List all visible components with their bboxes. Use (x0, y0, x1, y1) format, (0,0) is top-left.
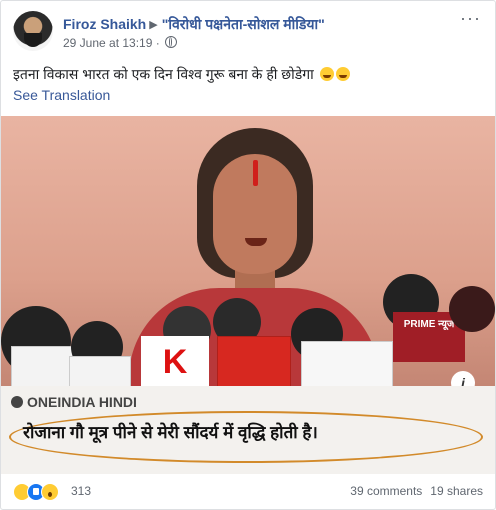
microphone (449, 286, 495, 332)
post-meta: 29 June at 13:19 · (63, 36, 178, 50)
author-avatar[interactable] (13, 11, 53, 51)
post-footer: 313 39 comments 19 shares (13, 481, 483, 503)
wow-reaction-icon (41, 483, 59, 501)
mic-label-k: K (141, 336, 209, 388)
post-image[interactable]: K PRIME न्यूज i ONEINDIA HINDI रोजाना गौ… (1, 116, 495, 474)
news-source: ONEINDIA HINDI (11, 394, 137, 410)
reactions-summary[interactable] (13, 483, 59, 501)
post-header: Firoz Shaikh ▶ "विरोधी पक्षनेता-सोशल मीडिय… (13, 9, 483, 55)
shares-count-link[interactable]: 19 shares (430, 484, 483, 498)
microphone-box (217, 336, 291, 390)
more-options-icon[interactable]: ··· (460, 9, 481, 27)
oneindia-logo-icon (11, 396, 23, 408)
news-source-label: ONEINDIA HINDI (27, 394, 137, 410)
facebook-post: Firoz Shaikh ▶ "विरोधी पक्षनेता-सोशल मीडिय… (0, 0, 496, 510)
grinning-emoji-icon (319, 67, 334, 81)
grinning-emoji-icon (335, 67, 350, 81)
globe-icon (165, 36, 178, 48)
group-name[interactable]: "विरोधी पक्षनेता-सोशल मीडिया" (162, 16, 325, 32)
author-line: Firoz Shaikh ▶ "विरोधी पक्षनेता-सोशल मीडिय… (63, 15, 325, 34)
caption-text: इतना विकास भारत को एक दिन विश्व गुरू बना… (13, 66, 314, 82)
microphone-box (301, 341, 393, 390)
tilak-mark (253, 160, 258, 186)
microphone-box (11, 346, 73, 388)
post-timestamp[interactable]: 29 June at 13:19 · (63, 36, 160, 50)
share-arrow-icon: ▶ (149, 19, 158, 31)
author-name[interactable]: Firoz Shaikh (63, 16, 146, 32)
post-caption: इतना विकास भारत को एक दिन विश्व गुरू बना… (13, 65, 350, 84)
reaction-count[interactable]: 313 (71, 484, 91, 498)
caption-band: ONEINDIA HINDI रोजाना गौ मूत्र पीने से म… (1, 386, 495, 474)
post-stats: 39 comments 19 shares (350, 484, 483, 498)
see-translation-link[interactable]: See Translation (13, 87, 110, 103)
microphone-box (69, 356, 131, 390)
quote-text: रोजाना गौ मूत्र पीने से मेरी सौंदर्य में… (23, 423, 318, 442)
comments-count-link[interactable]: 39 comments (350, 484, 422, 498)
